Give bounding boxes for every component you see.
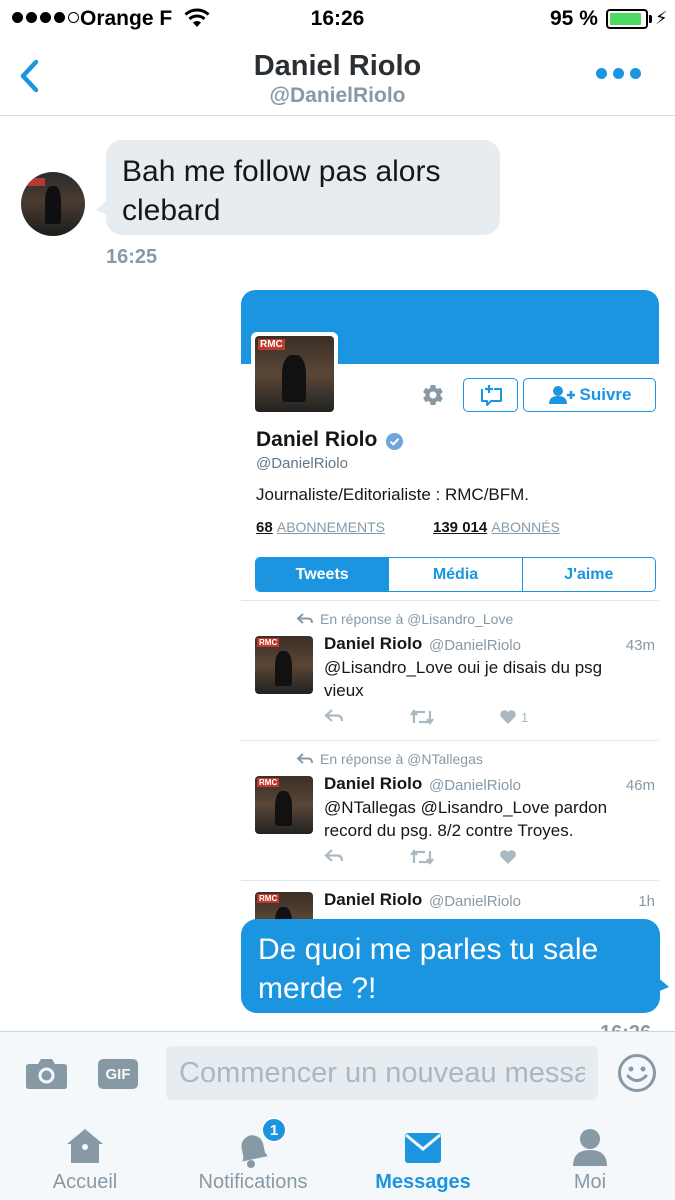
conversation-title: Daniel Riolo bbox=[253, 50, 422, 82]
tab-home-label: Accueil bbox=[52, 1171, 118, 1193]
emoji-icon[interactable] bbox=[617, 1053, 657, 1093]
conversation-header: Daniel Riolo @DanielRiolo bbox=[0, 38, 675, 116]
tweet-author-name: Daniel Riolo bbox=[324, 890, 423, 909]
like-count: 1 bbox=[521, 709, 529, 725]
tweet-author-handle: @DanielRiolo bbox=[429, 777, 521, 794]
verified-badge-icon bbox=[386, 433, 403, 450]
tweet-author-handle: @DanielRiolo bbox=[429, 637, 521, 654]
camera-icon[interactable] bbox=[25, 1056, 68, 1090]
tweet-text: @NTallegas @Lisandro_Love pardon record … bbox=[324, 798, 608, 840]
reply-arrow-icon bbox=[296, 753, 313, 764]
like-button[interactable] bbox=[499, 849, 517, 865]
like-button[interactable]: 1 bbox=[499, 709, 528, 725]
outgoing-message-bubble[interactable]: De quoi me parles tu sale merde ?! bbox=[241, 919, 660, 1013]
reply-button[interactable] bbox=[324, 709, 344, 723]
following-label: ABONNEMENTS bbox=[276, 519, 385, 535]
heart-icon bbox=[500, 710, 516, 724]
gear-icon[interactable] bbox=[421, 383, 445, 407]
status-bar: Orange F 16:26 95 % ⚡ bbox=[0, 0, 675, 38]
incoming-message-time: 16:25 bbox=[106, 246, 158, 268]
retweet-button[interactable] bbox=[410, 849, 434, 865]
tab-messages[interactable]: Messages bbox=[358, 1115, 488, 1200]
message-input[interactable] bbox=[166, 1046, 598, 1100]
tab-media[interactable]: Média bbox=[388, 558, 521, 591]
envelope-icon bbox=[405, 1133, 441, 1163]
gif-button[interactable]: GIF bbox=[98, 1059, 138, 1089]
bottom-tab-bar: Accueil 1 Notifications Messages Moi bbox=[0, 1115, 675, 1200]
reply-context: En réponse à @NTallegas bbox=[296, 751, 483, 767]
followers-stat[interactable]: 139 014 ABONNÉS bbox=[433, 519, 560, 536]
message-composer: GIF bbox=[0, 1031, 675, 1115]
tweet-actions: 1 bbox=[324, 709, 554, 729]
tab-messages-label: Messages bbox=[375, 1171, 471, 1193]
retweet-button[interactable] bbox=[410, 709, 434, 725]
battery-tip bbox=[649, 15, 652, 23]
tweet-time: 46m bbox=[625, 777, 655, 794]
tweet-actions bbox=[324, 849, 554, 869]
conversation-handle: @DanielRiolo bbox=[269, 84, 406, 107]
tweet-avatar[interactable]: RMC bbox=[255, 776, 313, 834]
tweet-author-name: Daniel Riolo bbox=[324, 774, 423, 793]
followers-count: 139 014 bbox=[433, 519, 488, 536]
follow-button[interactable]: Suivre bbox=[523, 378, 656, 412]
more-options-button[interactable] bbox=[596, 68, 641, 79]
profile-tabs: Tweets Média J'aime bbox=[255, 557, 656, 592]
home-icon bbox=[67, 1129, 103, 1163]
reply-arrow-icon bbox=[296, 613, 313, 624]
tab-home[interactable]: Accueil bbox=[20, 1115, 150, 1200]
sender-avatar[interactable] bbox=[21, 172, 85, 236]
message-plus-icon bbox=[481, 385, 502, 406]
tab-me-label: Moi bbox=[573, 1171, 607, 1193]
tweet-item[interactable]: En réponse à @Lisandro_Love RMC Daniel R… bbox=[241, 600, 659, 740]
incoming-message-bubble[interactable]: Bah me follow pas alors clebard bbox=[106, 140, 500, 235]
tweet-author-name: Daniel Riolo bbox=[324, 634, 423, 653]
battery-icon bbox=[606, 9, 648, 29]
tab-notifications[interactable]: 1 Notifications bbox=[183, 1115, 323, 1200]
tab-tweets[interactable]: Tweets bbox=[256, 558, 389, 591]
tweet-time: 1h bbox=[638, 893, 655, 910]
profile-avatar[interactable]: RMC bbox=[251, 332, 338, 416]
reply-context: En réponse à @Lisandro_Love bbox=[296, 611, 513, 627]
profile-name: Daniel Riolo bbox=[256, 428, 378, 451]
outgoing-bubble-tail bbox=[655, 975, 669, 993]
charging-icon: ⚡ bbox=[655, 8, 668, 28]
battery-percent: 95 % bbox=[550, 7, 598, 30]
avatar-rmc-badge: RMC bbox=[258, 339, 285, 350]
tweet-avatar[interactable]: RMC bbox=[255, 636, 313, 694]
retweet-icon bbox=[410, 849, 434, 865]
send-message-button[interactable] bbox=[463, 378, 518, 412]
retweet-icon bbox=[410, 709, 434, 725]
heart-icon bbox=[500, 850, 516, 864]
tweet-item[interactable]: En réponse à @NTallegas RMC Daniel Riolo… bbox=[241, 740, 659, 880]
followers-label: ABONNÉS bbox=[491, 519, 560, 535]
add-user-icon bbox=[548, 386, 575, 404]
tweet-author-handle: @DanielRiolo bbox=[429, 893, 521, 910]
tab-me[interactable]: Moi bbox=[540, 1115, 640, 1200]
reply-to-text: En réponse à @Lisandro_Love bbox=[320, 611, 514, 627]
reply-button[interactable] bbox=[324, 849, 344, 863]
reply-icon bbox=[324, 849, 344, 862]
follow-button-label: Suivre bbox=[579, 385, 632, 404]
profile-bio: Journaliste/Editorialiste : RMC/BFM. bbox=[256, 485, 530, 504]
tab-notifications-label: Notifications bbox=[198, 1171, 308, 1193]
reply-icon bbox=[324, 709, 344, 722]
tab-likes[interactable]: J'aime bbox=[521, 558, 655, 591]
notifications-badge: 1 bbox=[261, 1117, 287, 1143]
following-count: 68 bbox=[256, 519, 273, 536]
profile-handle: @DanielRiolo bbox=[256, 455, 348, 472]
reply-to-text: En réponse à @NTallegas bbox=[320, 751, 483, 767]
tweet-time: 43m bbox=[625, 637, 655, 654]
shared-profile-card[interactable]: RMC Suivre Daniel Riolo @DanielRiolo Jou… bbox=[241, 290, 659, 930]
tweet-text: @Lisandro_Love oui je disais du psg vieu… bbox=[324, 658, 603, 700]
following-stat[interactable]: 68 ABONNEMENTS bbox=[256, 519, 385, 536]
person-icon bbox=[573, 1129, 607, 1166]
